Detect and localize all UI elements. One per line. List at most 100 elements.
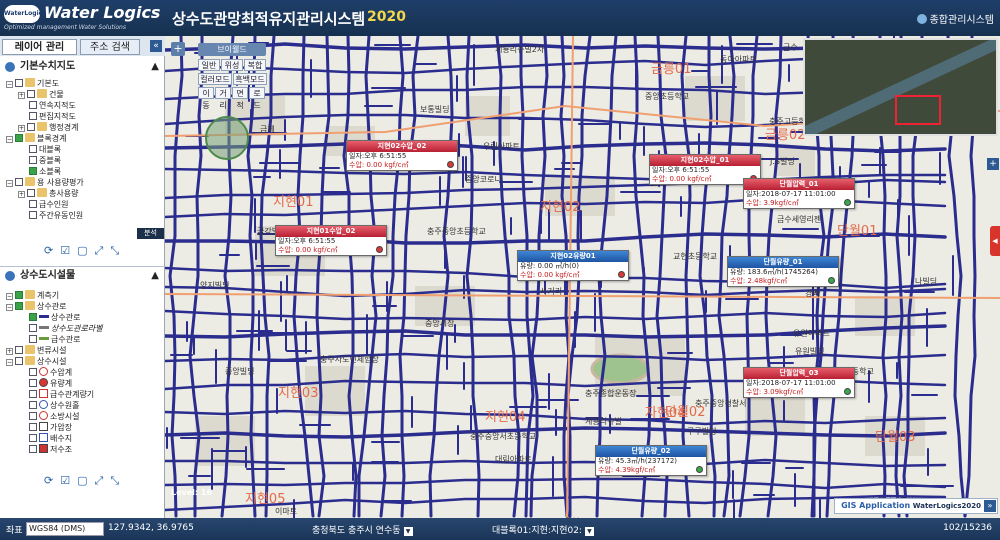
layer-item[interactable]: 중블록	[29, 155, 61, 166]
status-dot-icon	[447, 161, 454, 168]
layer-item[interactable]: 급수관로	[29, 334, 80, 345]
block-area-label: 지현01	[273, 195, 314, 210]
layer-item[interactable]: + 총사용량	[18, 188, 78, 199]
map-poi-label: J.S빌딩	[770, 157, 795, 166]
layer-item[interactable]: 수압계	[29, 367, 72, 378]
map-poi-label: 유원빌딩	[795, 347, 825, 356]
layer-item[interactable]: 가압장	[29, 422, 72, 433]
tab-layer-management[interactable]: 레이어 관리	[2, 39, 77, 55]
color-mode-button[interactable]: 컬러모드	[198, 73, 232, 85]
global-system-link[interactable]: 종합관리시스템	[916, 11, 994, 26]
sensor-popup[interactable]: 지현02수압_02 일자:오후 6:51:55 수압: 0.00 kgf/c㎡	[346, 140, 458, 171]
sensor-popup[interactable]: 지현02유량01 유량: 0.00 ㎥/h(0) 수압: 0.00 kgf/c㎡	[517, 250, 629, 281]
app-year: 2020	[367, 9, 406, 25]
overview-extent-frame[interactable]	[895, 95, 941, 125]
layer-item[interactable]: + 변류시설	[6, 345, 66, 356]
collapse-panel-button[interactable]: «	[150, 40, 162, 52]
layer-item[interactable]: 편집지적도	[29, 111, 76, 122]
sensor-popup[interactable]: 단월유량_01 유량: 183.6㎥/h(1745264) 수압: 2.48kgf/…	[727, 256, 839, 287]
section-water-facilities[interactable]: 상수도시설물 ▲	[0, 266, 165, 284]
logo-icon: WaterLogics	[4, 5, 46, 23]
layer-item[interactable]: 저수조	[29, 444, 72, 455]
road-tool-button[interactable]: 로드	[249, 87, 265, 110]
globe-icon	[916, 14, 927, 24]
layer-item[interactable]: + 행정경계	[18, 122, 78, 133]
zoom-level-label: Level: 16	[171, 488, 213, 497]
collapse-icon[interactable]: ⤡	[110, 244, 126, 257]
status-bar: 좌표 WGS84 (DMS) 127.9342, 36.9765 충청북도 충주…	[0, 518, 1000, 540]
status-dot-icon	[828, 277, 835, 284]
analysis-tag[interactable]: 분석	[137, 228, 164, 239]
overview-map[interactable]	[803, 38, 998, 136]
layer-item[interactable]: − 기본도	[6, 78, 59, 89]
chevron-up-icon[interactable]: ▲	[151, 58, 159, 76]
region-select[interactable]: 충청북도 충주시 연수동 ▼	[312, 523, 413, 536]
layer-item[interactable]: 상수원홀	[29, 400, 79, 411]
chevron-up-icon[interactable]: ▲	[151, 267, 159, 285]
sensor-popup[interactable]: 지현01수압_02 일자:오후 6:51:55 수압: 0.00 kgf/c㎡	[275, 225, 387, 256]
briefing-button[interactable]: 브이웰드	[198, 43, 266, 56]
globe-icon	[5, 62, 15, 72]
layer-item[interactable]: 유량계	[29, 378, 72, 389]
pan-tool-button[interactable]: 이동	[198, 87, 214, 110]
expand-icon[interactable]: ⤢	[95, 244, 111, 257]
layer-item[interactable]: 연속지적도	[29, 100, 76, 111]
layer-item[interactable]: 배수지	[29, 433, 72, 444]
zoom-in-button[interactable]: +	[171, 42, 185, 56]
tab-address-search[interactable]: 주소 검색	[80, 39, 140, 55]
expand-icon[interactable]: ⤢	[95, 474, 111, 487]
check-icon[interactable]: ☑	[60, 474, 77, 487]
sensor-popup-line: 유량: 0.00 ㎥/h(0)	[520, 262, 579, 270]
layer-item[interactable]: 대블록	[29, 144, 61, 155]
area-tool-button[interactable]: 면적	[232, 87, 248, 110]
sensor-popup-title: 지현02수압_02	[347, 141, 457, 152]
side-panel-handle[interactable]: ◀	[990, 226, 1000, 256]
logo-tagline: Optimized management Water Solutions	[4, 24, 126, 31]
block-area-label: 지현03	[278, 386, 319, 401]
stop-icon[interactable]: ▢	[77, 244, 94, 257]
collapse-icon[interactable]: ⤡	[110, 474, 126, 487]
layer-item[interactable]: 상수관로	[29, 312, 80, 323]
sensor-popup[interactable]: 단월압력_01 일자:2018-07-17 11:01:00 수압: 3.9kgf/…	[743, 178, 855, 209]
crs-select[interactable]: WGS84 (DMS)	[26, 522, 104, 536]
page-counter: 102/15236	[943, 523, 992, 533]
mode-hybrid-button[interactable]: 복합	[244, 59, 266, 71]
layer-item[interactable]: 주간유동인원	[29, 210, 83, 221]
layer-item[interactable]: + 건물	[18, 89, 64, 100]
layer-item[interactable]: − 블록경계	[6, 133, 66, 144]
compass-control[interactable]	[205, 116, 249, 160]
sensor-popup-line: 일자:오후 6:51:55	[278, 237, 336, 245]
block-select[interactable]: 대블록01:지현:지현02: ▼	[492, 523, 594, 536]
coord-label: 좌표	[6, 526, 23, 536]
sensor-popup-title: 단월압력_01	[744, 179, 854, 190]
distance-tool-button[interactable]: 거리	[215, 87, 231, 110]
map-view[interactable]: + 브이웰드 일반 위성 복합 컬러모드 흑백모드 이동 거리 면적 로드 계룡…	[165, 36, 1000, 518]
globe-icon	[5, 271, 15, 281]
map-poi-label: 구구빌딩	[687, 427, 717, 436]
layer-item[interactable]: − 계측기	[6, 290, 59, 301]
mode-satellite-button[interactable]: 위성	[221, 59, 243, 71]
sensor-popup-line: 일자:오후 6:51:55	[652, 166, 710, 174]
layer-item[interactable]: 소블록	[29, 166, 61, 177]
gis-expand-button[interactable]: »	[984, 500, 996, 512]
stop-icon[interactable]: ▢	[77, 474, 94, 487]
side-expand-button[interactable]: +	[987, 158, 999, 170]
refresh-icon[interactable]: ⟳	[44, 244, 60, 257]
section-basic-map[interactable]: 기본수치지도 ▲	[0, 58, 165, 76]
mode-normal-button[interactable]: 일반	[198, 59, 220, 71]
layer-item[interactable]: − 상수시설	[6, 356, 66, 367]
status-dot-icon	[844, 199, 851, 206]
layer-item[interactable]: − 용 사용량평가	[6, 177, 84, 188]
sensor-popup-value: 수압: 2.48kgf/c㎡	[730, 277, 788, 285]
layer-item[interactable]: 급수인원	[29, 199, 68, 210]
layer-item[interactable]: − 상수관로	[6, 301, 66, 312]
layer-item[interactable]: 소방시설	[29, 411, 79, 422]
check-icon[interactable]: ☑	[60, 244, 77, 257]
sensor-popup[interactable]: 단월압력_03 일자:2018-07-17 11:01:00 수압: 3.09kgf…	[743, 367, 855, 398]
layer-item[interactable]: 상수도관로라벨	[29, 323, 103, 334]
block-area-label: 지현04	[485, 410, 526, 425]
layer-item[interactable]: 급수관계량기	[29, 389, 94, 400]
grayscale-mode-button[interactable]: 흑백모드	[233, 73, 267, 85]
refresh-icon[interactable]: ⟳	[44, 474, 60, 487]
sensor-popup[interactable]: 단월유량_02 유량: 45.3㎥/h(237172) 수압: 4.39kgf/c㎡	[595, 445, 707, 476]
